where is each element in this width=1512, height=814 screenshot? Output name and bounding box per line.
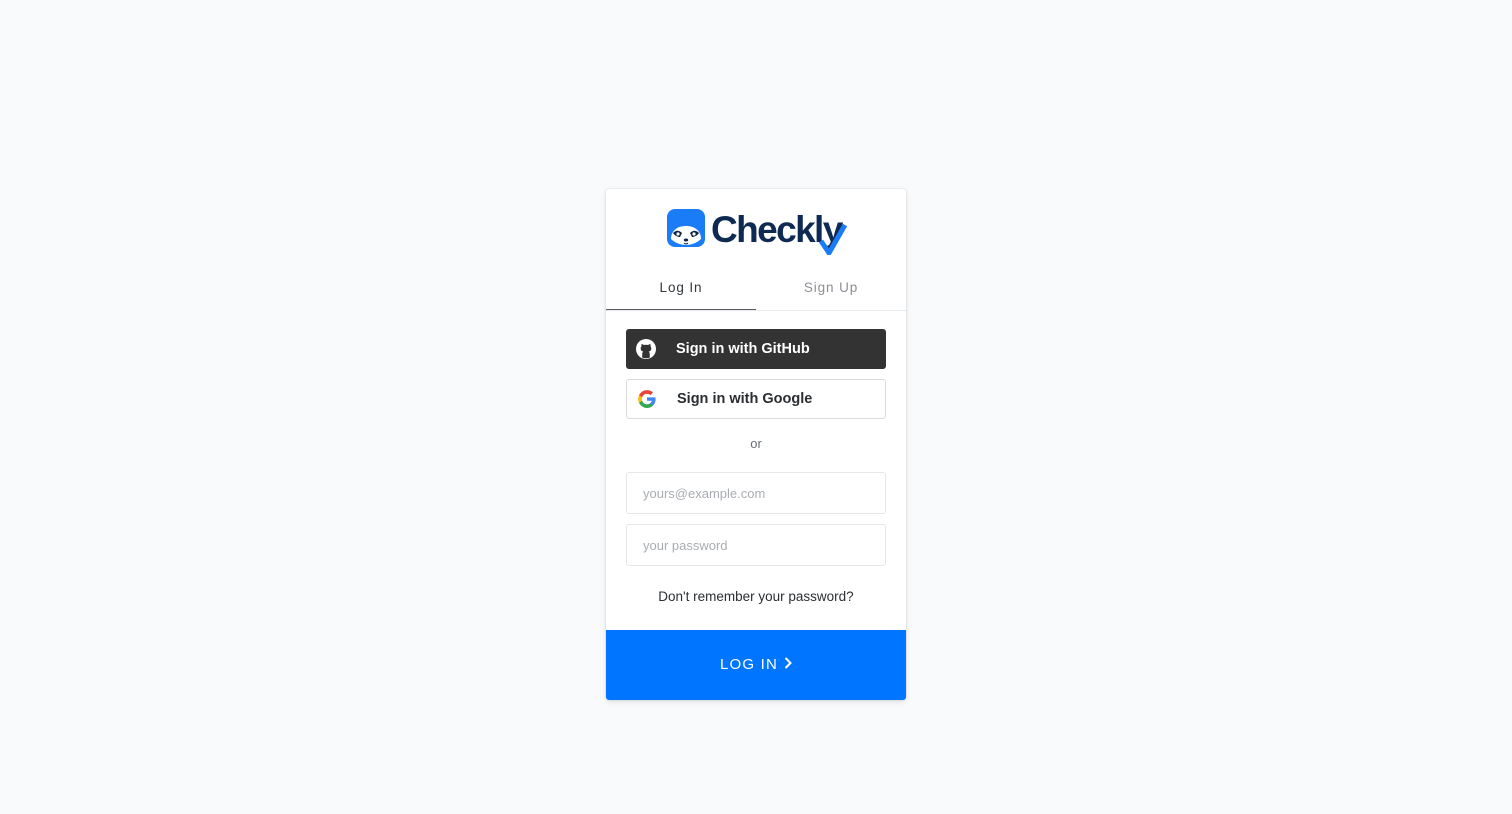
- auth-tabs: Log In Sign Up: [606, 271, 906, 311]
- chevron-right-icon: [784, 657, 792, 669]
- logo-check-icon: [818, 223, 847, 255]
- login-page: Checkly Log In Sign Up Sign in with GitH…: [0, 0, 1512, 814]
- raccoon-logo-icon: [667, 209, 705, 247]
- tab-sign-up[interactable]: Sign Up: [756, 271, 906, 310]
- forgot-password-link[interactable]: Don't remember your password?: [606, 589, 906, 604]
- tab-log-in[interactable]: Log In: [606, 271, 756, 310]
- github-button-label: Sign in with GitHub: [676, 341, 810, 357]
- login-card: Checkly Log In Sign Up Sign in with GitH…: [606, 189, 906, 700]
- sign-in-google-button[interactable]: Sign in with Google: [626, 379, 886, 419]
- log-in-button[interactable]: LOG IN: [606, 630, 906, 700]
- checkly-logo: Checkly: [667, 209, 847, 255]
- google-icon: [638, 390, 656, 408]
- or-divider: or: [750, 436, 762, 451]
- sign-in-github-button[interactable]: Sign in with GitHub: [626, 329, 886, 369]
- github-icon: [636, 339, 656, 359]
- password-input[interactable]: [626, 524, 886, 566]
- log-in-button-label: LOG IN: [719, 656, 779, 673]
- google-button-label: Sign in with Google: [677, 391, 813, 407]
- email-input[interactable]: [626, 472, 886, 514]
